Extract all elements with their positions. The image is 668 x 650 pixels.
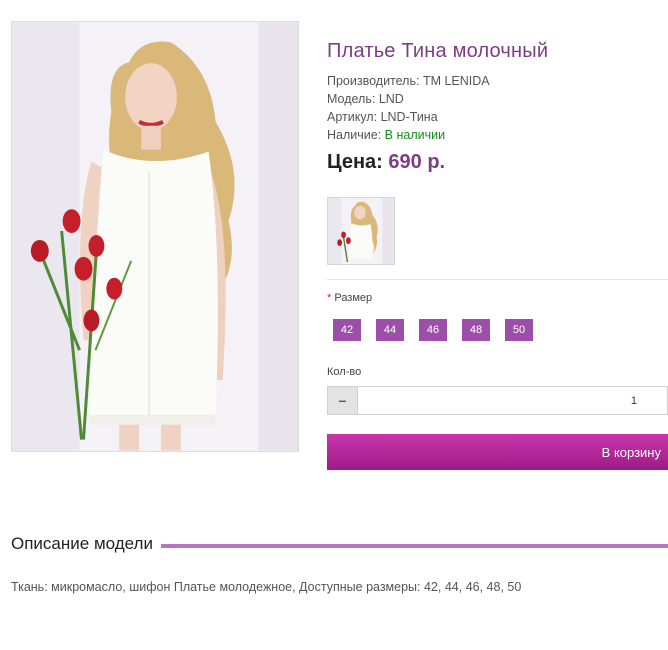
required-mark: * (327, 292, 332, 304)
size-label-text: Размер (334, 292, 373, 304)
quantity-decrease-button[interactable]: − (327, 386, 358, 415)
quantity-label: Кол-во (327, 366, 362, 378)
description-text: Ткань: микромасло, шифон Платье молодежн… (11, 580, 522, 594)
price-block: Цена: 690 р. (327, 151, 445, 174)
size-option-48[interactable]: 48 (462, 319, 490, 341)
model-row: Модель: LND (327, 90, 490, 108)
product-thumbnail[interactable] (327, 197, 395, 265)
add-to-cart-button[interactable]: В корзину (327, 434, 668, 470)
manufacturer-row: Производитель: TM LENIDA (327, 72, 490, 90)
product-main-image[interactable] (11, 21, 299, 452)
size-option-label: * Размер (327, 292, 372, 304)
availability-row: Наличие: В наличии (327, 126, 490, 144)
manufacturer-value: TM LENIDA (422, 74, 490, 88)
size-options: 42 44 46 48 50 (333, 319, 533, 341)
size-option-50[interactable]: 50 (505, 319, 533, 341)
model-photo (12, 22, 298, 451)
product-specs: Производитель: TM LENIDA Модель: LND Арт… (327, 72, 490, 144)
sku-row: Артикул: LND-Тина (327, 108, 490, 126)
model-label: Модель: (327, 92, 376, 106)
availability-value: В наличии (384, 128, 446, 142)
model-value: LND (378, 92, 404, 106)
sku-value: LND-Тина (380, 110, 438, 124)
divider (327, 279, 668, 280)
quantity-stepper: − (327, 386, 668, 415)
thumbnail-photo (328, 198, 394, 264)
description-underline (160, 543, 668, 548)
manufacturer-label: Производитель: (327, 74, 420, 88)
product-title: Платье Тина молочный (327, 40, 549, 62)
sku-label: Артикул: (327, 110, 378, 124)
size-option-46[interactable]: 46 (419, 319, 447, 341)
description-title: Описание модели (11, 534, 153, 553)
size-option-42[interactable]: 42 (333, 319, 361, 341)
size-option-44[interactable]: 44 (376, 319, 404, 341)
quantity-input[interactable] (358, 386, 668, 415)
price-value: 690 р. (388, 151, 446, 173)
availability-label: Наличие: (327, 128, 382, 142)
description-header: Описание модели (11, 534, 668, 554)
price-label: Цена: (327, 151, 383, 173)
